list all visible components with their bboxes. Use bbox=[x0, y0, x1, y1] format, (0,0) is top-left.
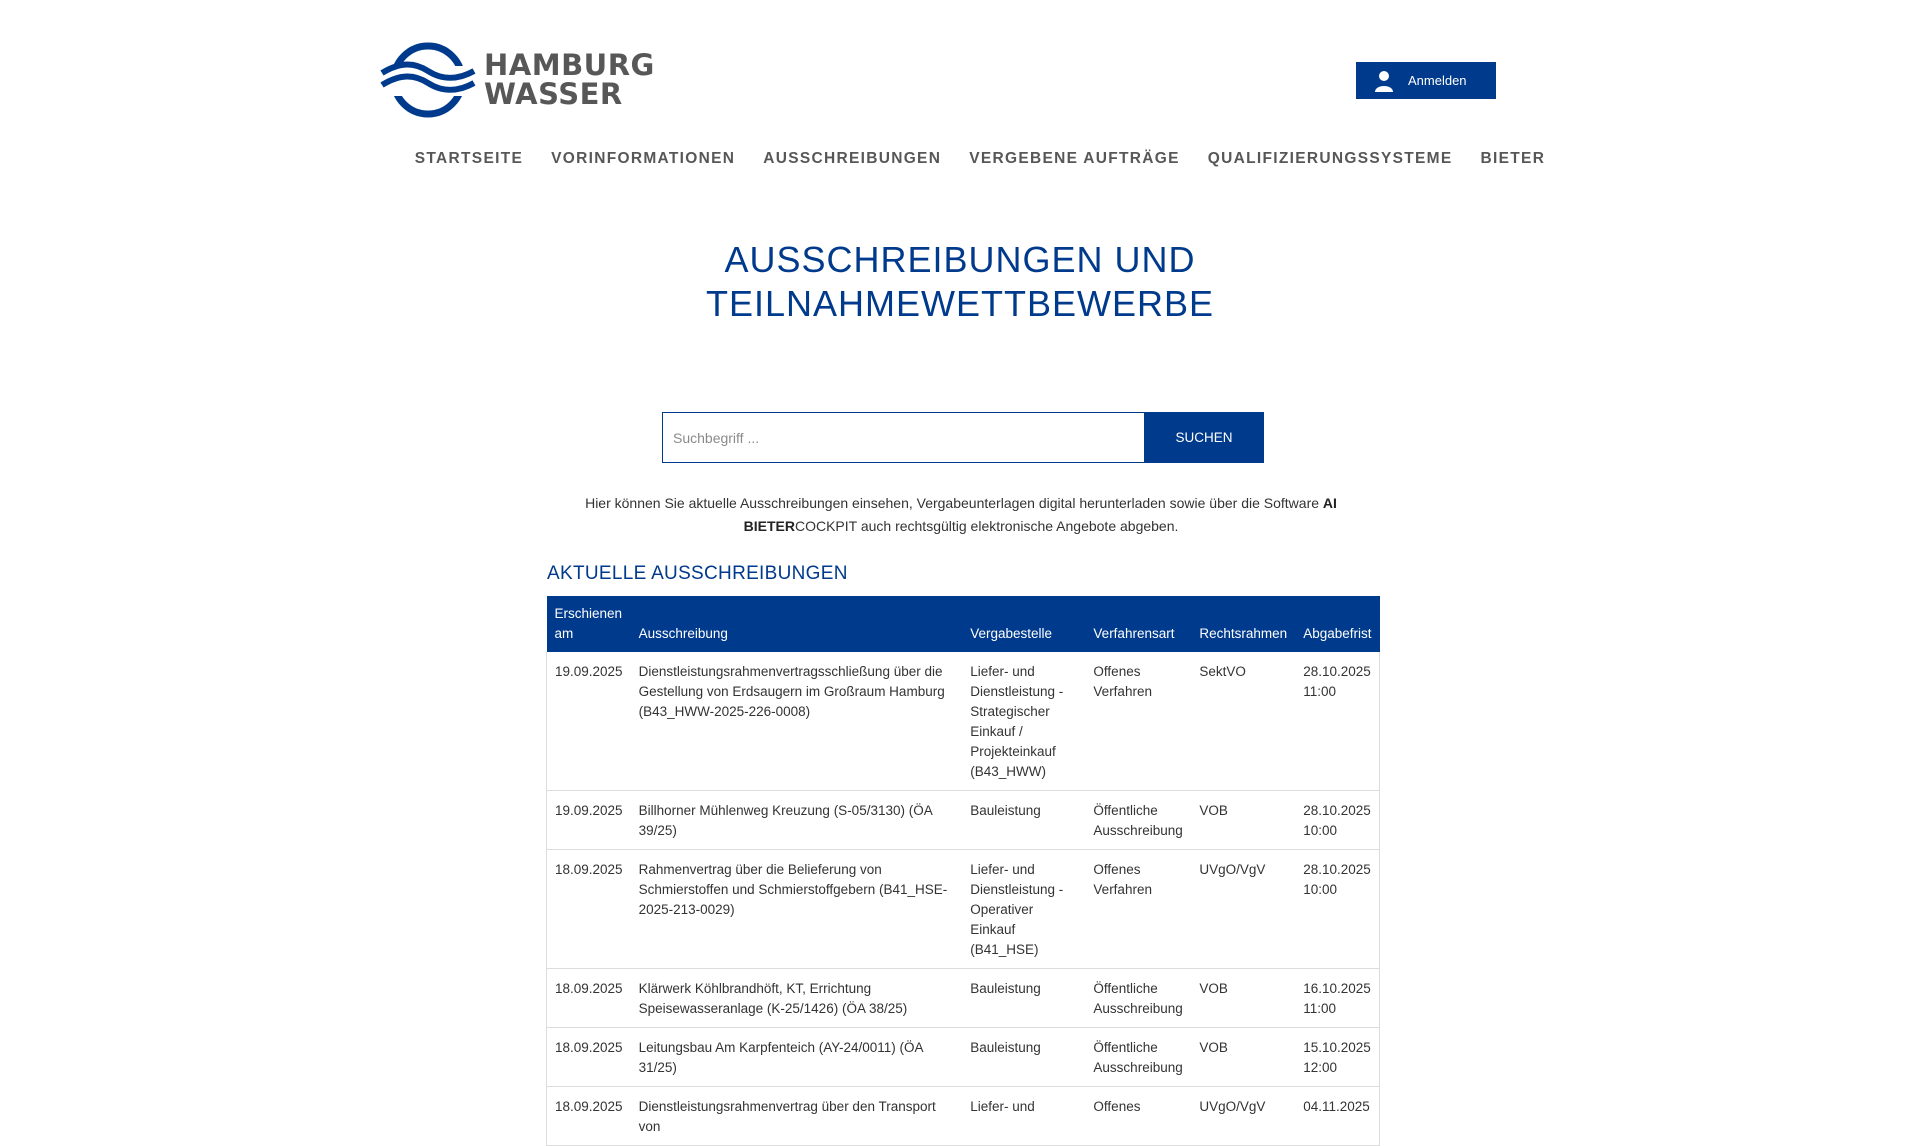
cell-procedure: Öffentliche Ausschreibung bbox=[1085, 790, 1192, 850]
logo-line-2: WASSER bbox=[484, 77, 623, 111]
cell-procedure: Öffentliche Ausschreibung bbox=[1085, 968, 1192, 1028]
cell-authority: Liefer- und Dienstleistung - Operativer … bbox=[962, 849, 1086, 969]
tenders-table: Erschienen am Ausschreibung Vergabestell… bbox=[545, 596, 1381, 1146]
cell-tender[interactable]: Dienstleistungsrahmenvertrag über den Tr… bbox=[630, 1086, 963, 1146]
cell-procedure: Offenes Verfahren bbox=[1085, 652, 1192, 791]
cell-published: 19.09.2025 bbox=[545, 652, 631, 791]
intro-text-after: auch rechtsgültig elektronische Angebote… bbox=[856, 518, 1179, 534]
cell-legal-framework: VOB bbox=[1191, 1027, 1296, 1087]
column-header-tender[interactable]: Ausschreibung bbox=[630, 596, 963, 652]
table-row[interactable]: 18.09.2025 Rahmenvertrag über die Belief… bbox=[545, 849, 1381, 969]
login-button[interactable]: Anmelden bbox=[1356, 62, 1496, 99]
cell-legal-framework: UVgO/VgV bbox=[1191, 849, 1296, 969]
page-title: AUSSCHREIBUNGEN UND TEILNAHMEWETTBEWERBE bbox=[0, 238, 1920, 326]
table-header-row: Erschienen am Ausschreibung Vergabestell… bbox=[546, 596, 1380, 652]
cell-legal-framework: VOB bbox=[1191, 968, 1296, 1028]
cell-procedure: Öffentliche Ausschreibung bbox=[1085, 1027, 1192, 1087]
cell-published: 19.09.2025 bbox=[545, 790, 631, 850]
user-icon bbox=[1375, 70, 1393, 92]
nav-item-vorinformationen[interactable]: VORINFORMATIONEN bbox=[551, 150, 735, 168]
cell-deadline: 04.11.2025 bbox=[1295, 1086, 1381, 1146]
cell-procedure: Offenes bbox=[1085, 1086, 1192, 1146]
cell-deadline: 16.10.2025 11:00 bbox=[1295, 968, 1381, 1028]
nav-item-startseite[interactable]: STARTSEITE bbox=[415, 150, 523, 168]
intro-text-before: Hier können Sie aktuelle Ausschreibungen… bbox=[585, 495, 1323, 511]
tenders-table-container: Erschienen am Ausschreibung Vergabestell… bbox=[545, 596, 1381, 1146]
cell-published: 18.09.2025 bbox=[545, 1027, 631, 1087]
cell-tender[interactable]: Rahmenvertrag über die Belieferung von S… bbox=[630, 849, 963, 969]
main-navigation: STARTSEITE VORINFORMATIONEN AUSSCHREIBUN… bbox=[0, 150, 1920, 168]
cell-authority: Bauleistung bbox=[962, 1027, 1086, 1087]
intro-text: Hier können Sie aktuelle Ausschreibungen… bbox=[580, 492, 1342, 538]
cell-legal-framework: UVgO/VgV bbox=[1191, 1086, 1296, 1146]
cell-legal-framework: SektVO bbox=[1191, 652, 1296, 791]
nav-item-qualifizierungssysteme[interactable]: QUALIFIZIERUNGSSYSTEME bbox=[1208, 150, 1453, 168]
page-title-line-1: AUSSCHREIBUNGEN UND bbox=[724, 239, 1196, 280]
column-header-procedure[interactable]: Verfahrensart bbox=[1085, 596, 1192, 652]
cell-authority: Liefer- und Dienstleistung - Strategisch… bbox=[962, 652, 1086, 791]
cell-published: 18.09.2025 bbox=[545, 1086, 631, 1146]
cell-published: 18.09.2025 bbox=[545, 968, 631, 1028]
table-row[interactable]: 18.09.2025 Klärwerk Köhlbrandhöft, KT, E… bbox=[545, 968, 1381, 1028]
wave-circle-logo-icon bbox=[380, 42, 476, 118]
cell-tender[interactable]: Klärwerk Köhlbrandhöft, KT, Errichtung S… bbox=[630, 968, 963, 1028]
table-row[interactable]: 18.09.2025 Leitungsbau Am Karpfenteich (… bbox=[545, 1027, 1381, 1087]
table-row[interactable]: 19.09.2025 Dienstleistungsrahmenvertrags… bbox=[545, 652, 1381, 791]
hamburg-wasser-logo[interactable]: HAMBURG WASSER bbox=[380, 40, 654, 120]
section-title-current-tenders: AKTUELLE AUSSCHREIBUNGEN bbox=[547, 563, 848, 584]
cell-tender[interactable]: Dienstleistungsrahmenvertragsschließung … bbox=[630, 652, 963, 791]
nav-item-bieter[interactable]: BIETER bbox=[1481, 150, 1546, 168]
table-row[interactable]: 19.09.2025 Billhorner Mühlenweg Kreuzung… bbox=[545, 790, 1381, 850]
search-form: SUCHEN bbox=[662, 412, 1264, 463]
search-input[interactable] bbox=[662, 412, 1144, 463]
intro-brand-rest: COCKPIT bbox=[794, 518, 857, 534]
column-header-authority[interactable]: Vergabestelle bbox=[962, 596, 1086, 652]
cell-deadline: 28.10.2025 10:00 bbox=[1295, 849, 1381, 969]
column-header-published[interactable]: Erschienen am bbox=[546, 596, 631, 652]
cell-deadline: 28.10.2025 11:00 bbox=[1295, 652, 1381, 791]
cell-deadline: 28.10.2025 10:00 bbox=[1295, 790, 1381, 850]
cell-published: 18.09.2025 bbox=[545, 849, 631, 969]
nav-item-ausschreibungen[interactable]: AUSSCHREIBUNGEN bbox=[763, 150, 941, 168]
cell-authority: Liefer- und bbox=[962, 1086, 1086, 1146]
table-row[interactable]: 18.09.2025 Dienstleistungsrahmenvertrag … bbox=[545, 1086, 1381, 1146]
column-header-deadline[interactable]: Abgabefrist bbox=[1295, 596, 1380, 652]
logo-wordmark: HAMBURG WASSER bbox=[484, 51, 655, 109]
cell-authority: Bauleistung bbox=[962, 968, 1086, 1028]
cell-legal-framework: VOB bbox=[1191, 790, 1296, 850]
logo-line-1: HAMBURG bbox=[484, 48, 655, 82]
cell-tender[interactable]: Leitungsbau Am Karpfenteich (AY-24/0011)… bbox=[630, 1027, 963, 1087]
cell-procedure: Offenes Verfahren bbox=[1085, 849, 1192, 969]
search-button[interactable]: SUCHEN bbox=[1144, 412, 1264, 463]
nav-item-vergebene-auftraege[interactable]: VERGEBENE AUFTRÄGE bbox=[969, 150, 1180, 168]
column-header-legal-framework[interactable]: Rechtsrahmen bbox=[1191, 596, 1296, 652]
login-label: Anmelden bbox=[1408, 73, 1467, 88]
cell-authority: Bauleistung bbox=[962, 790, 1086, 850]
page-title-line-2: TEILNAHMEWETTBEWERBE bbox=[705, 283, 1215, 324]
cell-deadline: 15.10.2025 12:00 bbox=[1295, 1027, 1381, 1087]
cell-tender[interactable]: Billhorner Mühlenweg Kreuzung (S-05/3130… bbox=[630, 790, 963, 850]
